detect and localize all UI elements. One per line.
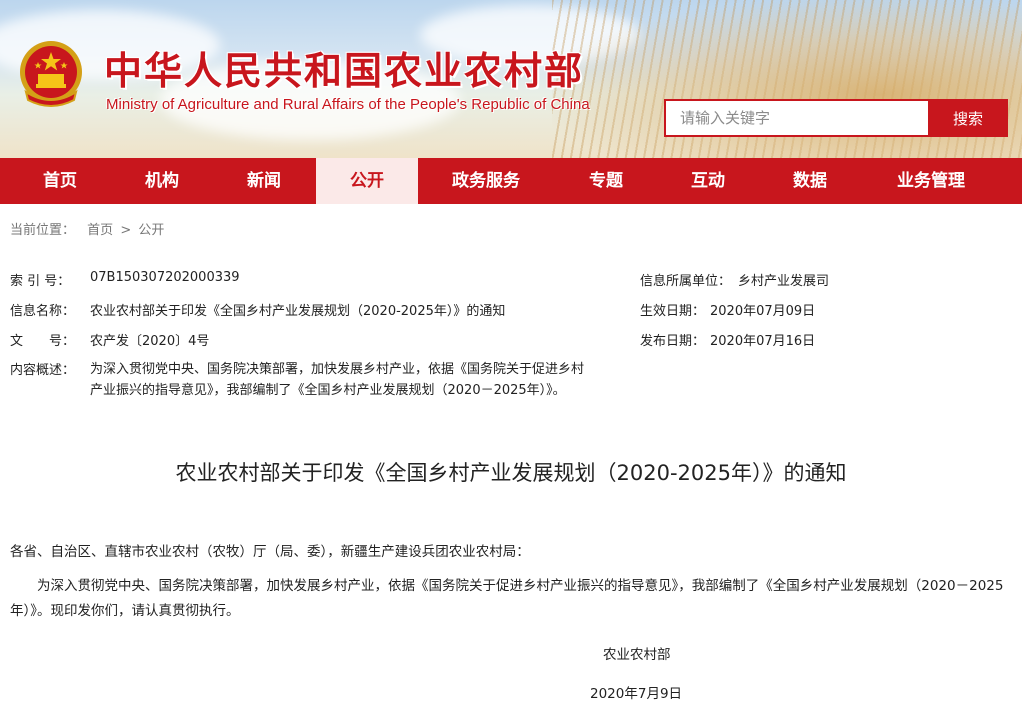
nav-item-data[interactable]: 数据 — [770, 158, 850, 204]
search-input[interactable] — [664, 99, 928, 137]
nav-item-home[interactable]: 首页 — [20, 158, 100, 204]
effective-date-value: 2020年07月09日 — [710, 304, 816, 319]
nav-item-organization[interactable]: 机构 — [122, 158, 202, 204]
name-value: 农业农村部关于印发《全国乡村产业发展规划（2020-2025年）》的通知 — [90, 304, 506, 319]
breadcrumb-prefix: 当前位置： — [10, 223, 76, 238]
document-addressee: 各省、自治区、直辖市农业农村（农牧）厅（局、委），新疆生产建设兵团农业农村局： — [10, 544, 530, 560]
nav-item-news[interactable]: 新闻 — [224, 158, 304, 204]
nav-item-business[interactable]: 业务管理 — [878, 158, 984, 204]
publish-date-value: 2020年07月16日 — [710, 334, 816, 349]
name-label: 信息名称： — [10, 304, 76, 319]
search-button[interactable]: 搜索 — [928, 99, 1008, 137]
document-signature: 农业农村部 — [603, 647, 671, 663]
nav-item-public[interactable]: 公开 — [316, 158, 418, 204]
document-body: 为深入贯彻党中央、国务院决策部署，加快发展乡村产业，依据《国务院关于促进乡村产业… — [10, 578, 1004, 619]
breadcrumb-current[interactable]: 公开 — [138, 223, 164, 238]
summary-label: 内容概述： — [10, 363, 76, 378]
header-banner: 中华人民共和国农业农村部 Ministry of Agriculture and… — [0, 0, 1022, 158]
docno-value: 农产发〔2020〕4号 — [90, 334, 210, 349]
breadcrumb: 当前位置： 首页 > 公开 — [10, 219, 164, 238]
site-title-english: Ministry of Agriculture and Rural Affair… — [106, 96, 590, 113]
nav-item-services[interactable]: 政务服务 — [436, 158, 536, 204]
document-title: 农业农村部关于印发《全国乡村产业发展规划（2020-2025年）》的通知 — [175, 461, 847, 485]
docno-label: 文 号： — [10, 334, 76, 349]
breadcrumb-home-link[interactable]: 首页 — [87, 223, 113, 238]
summary-value: 为深入贯彻党中央、国务院决策部署，加快发展乡村产业，依据《国务院关于促进乡村产业… — [90, 362, 585, 398]
unit-value: 乡村产业发展司 — [738, 274, 830, 289]
index-label: 索 引 号： — [10, 274, 71, 289]
effective-date-label: 生效日期： — [640, 304, 706, 319]
document-date: 2020年7月9日 — [590, 686, 683, 702]
search-box: 搜索 — [664, 99, 1008, 137]
site-title-chinese: 中华人民共和国农业农村部 — [104, 48, 585, 93]
nav-item-topics[interactable]: 专题 — [566, 158, 646, 204]
nav-item-interaction[interactable]: 互动 — [668, 158, 748, 204]
national-emblem-icon — [20, 41, 82, 107]
main-nav: 首页 机构 新闻 公开 政务服务 专题 互动 数据 业务管理 — [0, 158, 1022, 204]
index-value: 07B150307202000339 — [90, 270, 240, 285]
breadcrumb-separator: > — [120, 223, 132, 238]
publish-date-label: 发布日期： — [640, 334, 706, 349]
unit-label: 信息所属单位： — [640, 274, 732, 289]
